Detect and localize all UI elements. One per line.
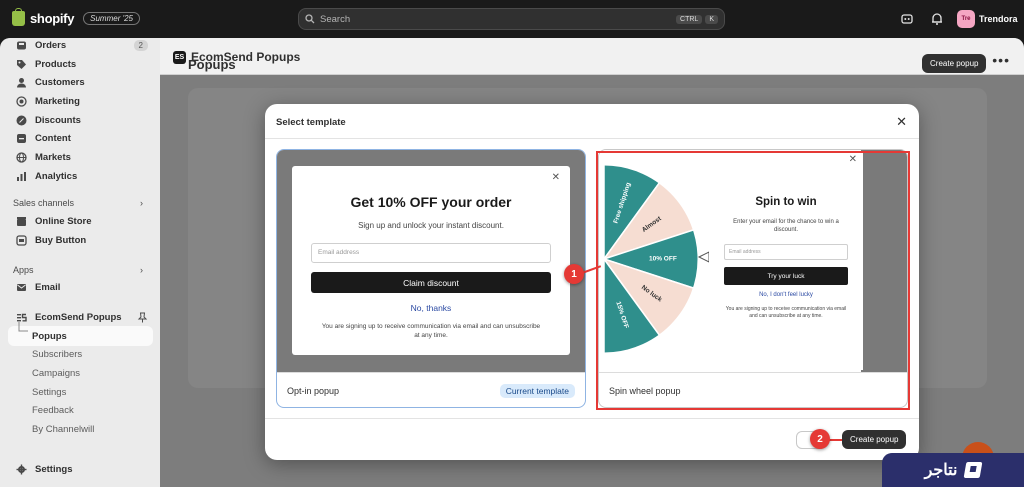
sidebar-item-customers[interactable]: Customers: [16, 73, 156, 91]
create-popup-button[interactable]: Create popup: [842, 430, 907, 449]
sidebar-item-label: Customers: [35, 76, 85, 88]
sidebar-sub-channelwill[interactable]: By Channelwill: [32, 424, 94, 435]
sidebar-item-label: Marketing: [35, 95, 80, 107]
card-footer: Opt-in popup Current template: [277, 372, 585, 407]
preview-email-field: Email address: [311, 243, 551, 263]
sidebar-sub-campaigns[interactable]: Campaigns: [32, 368, 80, 379]
top-bar: shopify Summer '25 Search CTRL K Tre Tre…: [0, 0, 1024, 38]
watermark-text: نتاجر: [924, 462, 958, 479]
store-menu[interactable]: Tre Trendora: [957, 10, 1018, 28]
logo-text: shopify: [30, 11, 75, 26]
orders-count-badge: 2: [133, 39, 148, 51]
sidebar-item-analytics[interactable]: Analytics: [16, 167, 156, 185]
modal-title: Select template: [276, 117, 346, 128]
sidebar-item-label: Discounts: [35, 114, 81, 126]
sidebar-item-label: Products: [35, 58, 77, 70]
shopify-logo[interactable]: shopify Summer '25: [12, 8, 140, 26]
sidebar-item-marketing[interactable]: Marketing: [16, 92, 156, 110]
search-icon: [305, 14, 315, 24]
more-actions-icon[interactable]: •••: [992, 52, 1010, 68]
sidebar-item-ecomsend[interactable]: EcomSend Popups: [16, 308, 156, 326]
gear-icon: [16, 464, 27, 474]
page-title: Popups: [188, 57, 236, 72]
section-label: Apps: [13, 265, 34, 275]
sidebar-sub-feedback[interactable]: Feedback: [32, 405, 74, 416]
tree-connector-icon: [18, 322, 28, 332]
target-icon: [16, 95, 27, 107]
chevron-right-icon: ›: [140, 198, 143, 208]
sidebar-item-label: Settings: [35, 463, 73, 475]
step-2-marker: 2: [810, 429, 830, 449]
preview-subtext: Sign up and unlock your instant discount…: [358, 221, 504, 230]
sidebar-item-label: Markets: [35, 151, 71, 163]
create-popup-header-button[interactable]: Create popup: [922, 54, 987, 73]
watermark-logo: نتاجر: [882, 453, 1024, 487]
person-icon: [17, 77, 26, 87]
chart-bar-icon: [17, 171, 26, 181]
template-name: Opt-in popup: [287, 386, 340, 396]
shortcut-ctrl: CTRL: [676, 14, 703, 24]
preview-fine-print: You are signing up to receive communicat…: [321, 323, 541, 339]
tag-icon: [17, 59, 26, 69]
preview-claim-button: Claim discount: [311, 272, 551, 293]
sidebar-sub-settings[interactable]: Settings: [32, 387, 66, 398]
sidebar-item-markets[interactable]: Markets: [16, 148, 156, 166]
sidebar-item-label: Email: [35, 281, 61, 293]
sidebar-item-online-store[interactable]: Online Store: [16, 212, 156, 230]
sidebar-item-buy-button[interactable]: Buy Button: [16, 231, 156, 249]
pin-icon[interactable]: [137, 312, 148, 323]
sidebar-item-orders[interactable]: Orders 2: [16, 38, 156, 54]
sidebar-item-label: Online Store: [35, 215, 92, 227]
preview-heading: Get 10% OFF your order: [350, 194, 512, 210]
globe-icon: [16, 151, 27, 163]
email-icon: [17, 283, 26, 291]
highlight-box: [596, 151, 910, 410]
sidebar-item-products[interactable]: Products: [16, 55, 156, 73]
close-icon[interactable]: ✕: [896, 114, 907, 130]
ecomsend-icon: [17, 313, 27, 321]
current-template-badge: Current template: [499, 384, 575, 398]
sidebar-sub-subscribers[interactable]: Subscribers: [32, 349, 82, 360]
bell-icon[interactable]: [930, 12, 944, 26]
app-title-bar: ES EcomSend Popups •••: [160, 38, 1024, 75]
discount-icon: [16, 115, 27, 125]
sidebar: Orders 2 Products Customers Marketing Di…: [0, 38, 160, 487]
store-icon: [17, 216, 26, 226]
sidebar-item-content[interactable]: Content: [16, 129, 156, 147]
inbox-icon: [17, 41, 26, 49]
preview-decline-link: No, thanks: [410, 303, 452, 313]
sidebar-item-settings[interactable]: Settings: [16, 460, 156, 478]
content-icon: [17, 133, 26, 143]
close-icon: ✕: [551, 172, 560, 183]
brand-mark-icon: [964, 462, 983, 478]
shopify-bag-icon: [12, 8, 25, 26]
buy-button-icon: [16, 234, 27, 246]
ecomsend-logo-icon: ES: [173, 50, 186, 64]
search-bar[interactable]: Search CTRL K: [298, 8, 725, 30]
sales-channels-header[interactable]: Sales channels ›: [13, 198, 143, 208]
search-placeholder: Search: [320, 13, 351, 25]
sidebar-sub-popups[interactable]: Popups: [32, 331, 67, 342]
shortcut-k: K: [705, 14, 718, 24]
divider: [265, 138, 919, 139]
sidebar-item-label: Content: [35, 132, 71, 144]
divider: [265, 418, 919, 419]
store-name: Trendora: [979, 14, 1018, 24]
sidebar-item-label: Buy Button: [35, 234, 87, 246]
template-card-optin[interactable]: ✕ Get 10% OFF your order Sign up and unl…: [276, 149, 586, 408]
sidebar-item-label: EcomSend Popups: [35, 311, 122, 323]
sidekick-icon[interactable]: [900, 12, 914, 26]
step-1-marker: 1: [564, 264, 584, 284]
apps-header[interactable]: Apps ›: [13, 265, 143, 275]
avatar: Tre: [957, 10, 975, 28]
sidebar-item-email[interactable]: Email: [16, 278, 156, 296]
optin-preview-popup: ✕ Get 10% OFF your order Sign up and unl…: [292, 166, 570, 355]
sidebar-item-discounts[interactable]: Discounts: [16, 111, 156, 129]
chevron-right-icon: ›: [140, 265, 143, 275]
sidebar-item-label: Orders: [35, 39, 67, 51]
section-label: Sales channels: [13, 198, 75, 208]
edition-badge[interactable]: Summer '25: [83, 12, 140, 25]
sidebar-item-label: Analytics: [35, 170, 78, 182]
template-preview: ✕ Get 10% OFF your order Sign up and unl…: [277, 150, 585, 372]
